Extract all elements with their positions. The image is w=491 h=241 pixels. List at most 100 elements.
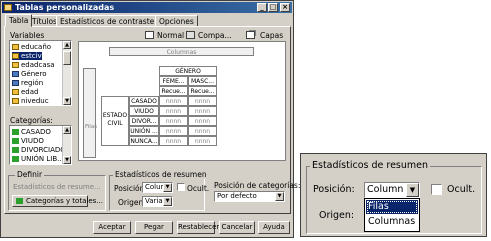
data-cell: nnnn: [159, 116, 188, 126]
scroll-down-icon[interactable]: ▼: [63, 156, 71, 164]
list-item: UNIÓN LIB...: [12, 155, 64, 163]
categories-label: Categorías:: [10, 116, 53, 125]
hide-checkbox[interactable]: [177, 183, 185, 191]
scale-variable-icon: [12, 44, 19, 50]
categories-scrollbar[interactable]: ▲ ▼: [62, 126, 71, 164]
categories-icon: [16, 198, 23, 204]
row-category-header[interactable]: VIUDO: [129, 106, 159, 116]
normal-view-icon[interactable]: [145, 31, 154, 39]
reset-button[interactable]: Restablecer: [177, 221, 219, 234]
zoom-summary-title: Estadísticos de resumen: [310, 160, 431, 172]
data-cell: nnnn: [188, 136, 217, 146]
category-swatch-icon: [12, 147, 19, 153]
layers-icon[interactable]: [246, 31, 255, 39]
scroll-up-icon[interactable]: ▲: [63, 126, 71, 134]
chevron-down-icon[interactable]: ▼: [163, 197, 172, 206]
data-cell: nnnn: [159, 126, 188, 136]
hide-label: Ocult.: [187, 184, 210, 193]
cancel-button[interactable]: Cancelar: [219, 221, 255, 234]
source-dropdown[interactable]: Variabl ▼: [142, 196, 173, 207]
statistic-header: Recue...: [159, 86, 188, 96]
compact-view-label[interactable]: Compa...: [198, 31, 232, 40]
statistic-header: Recue...: [188, 86, 217, 96]
window-title: Tablas personalizadas: [15, 3, 115, 12]
scroll-up-icon[interactable]: ▲: [63, 41, 71, 49]
category-position-value: Por defecto: [217, 192, 257, 200]
data-cell: nnnn: [188, 116, 217, 126]
dropdown-option[interactable]: Columnas: [366, 215, 418, 229]
paste-button[interactable]: Pegar: [135, 221, 173, 234]
chevron-down-icon[interactable]: ▼: [406, 183, 419, 197]
variables-list[interactable]: educaño estciv edadcasa Género región ed…: [9, 40, 72, 106]
data-cell: nnnn: [159, 96, 188, 106]
category-swatch-icon: [12, 156, 19, 162]
list-item: DIVORCIADO: [12, 146, 66, 154]
list-item: CASADO: [12, 128, 51, 136]
zoom-position-dropdown[interactable]: Column ▼: [364, 182, 420, 198]
summary-statistics-zoom-panel: Estadísticos de resumen Posición: Column…: [300, 153, 487, 237]
chevron-down-icon[interactable]: ▼: [275, 192, 284, 201]
summary-statistics-button[interactable]: Estadísticos de resume...: [13, 183, 101, 192]
compact-view-icon[interactable]: [186, 31, 195, 39]
scroll-down-icon[interactable]: ▼: [63, 97, 71, 105]
column-category-header[interactable]: MASC...: [188, 76, 217, 86]
maximize-button[interactable]: □: [268, 3, 278, 12]
data-cell: nnnn: [188, 126, 217, 136]
define-group-title: Definir: [15, 170, 45, 179]
close-button[interactable]: ×: [280, 3, 290, 12]
layers-label[interactable]: Capas: [260, 31, 283, 40]
nominal-variable-icon: [12, 71, 19, 77]
categories-list[interactable]: CASADO VIUDO DIVORCIADO UNIÓN LIB... ▲ ▼: [9, 125, 72, 165]
category-swatch-icon: [12, 138, 19, 144]
zoom-hide-label: Ocult.: [447, 184, 476, 195]
category-position-dropdown[interactable]: Por defecto ▼: [214, 191, 285, 202]
list-item[interactable]: edad: [12, 88, 38, 96]
minimize-button[interactable]: _: [257, 3, 267, 12]
normal-view-label[interactable]: Normal: [157, 31, 184, 40]
table-preview-canvas[interactable]: Columnas Filas GÉNERO FEME... MASC... Re…: [78, 41, 286, 161]
scroll-thumb[interactable]: [63, 51, 71, 65]
ok-button[interactable]: Aceptar: [93, 221, 131, 234]
list-item-selected[interactable]: estciv: [12, 52, 42, 60]
list-item[interactable]: región: [12, 79, 43, 87]
table-app-icon: [4, 4, 12, 11]
rows-label: Filas: [85, 124, 98, 130]
scale-variable-icon: [12, 89, 19, 95]
tab-tabla[interactable]: Tabla: [5, 14, 33, 27]
row-category-header[interactable]: DIVOR...: [129, 116, 159, 126]
scale-variable-icon: [12, 98, 19, 104]
help-button[interactable]: Ayuda: [258, 221, 290, 234]
columns-drop-zone[interactable]: Columnas: [109, 47, 254, 56]
dropdown-option-selected[interactable]: Filas: [366, 200, 418, 214]
row-category-header[interactable]: UNIÓN ...: [129, 126, 159, 136]
data-cell: nnnn: [159, 136, 188, 146]
row-category-header[interactable]: NUNCA...: [129, 136, 159, 146]
category-position-label: Posición de categorías:: [214, 181, 301, 190]
row-variable-header[interactable]: ESTADO CIVIL: [101, 96, 129, 146]
column-variable-header[interactable]: GÉNERO: [159, 66, 217, 76]
variables-scrollbar[interactable]: ▲ ▼: [62, 41, 71, 105]
variables-label: Variables: [10, 31, 45, 40]
zoom-dropdown-list[interactable]: Filas Columnas: [364, 198, 420, 232]
custom-tables-dialog: Tablas personalizadas _ □ × Tabla Título…: [0, 0, 300, 238]
data-cell: nnnn: [188, 96, 217, 106]
categories-totals-label: Categorías y totales...: [26, 197, 103, 205]
row-category-header[interactable]: CASADO: [129, 96, 159, 106]
list-item[interactable]: educaño: [12, 43, 51, 51]
category-swatch-icon: [12, 129, 19, 135]
list-item[interactable]: edadcasa: [12, 61, 55, 69]
rows-drop-zone[interactable]: Filas: [83, 68, 98, 158]
title-bar[interactable]: Tablas personalizadas _ □ ×: [2, 2, 292, 13]
position-dropdown[interactable]: Column ▼: [142, 182, 173, 193]
scale-variable-icon: [12, 62, 19, 68]
list-item[interactable]: Género: [12, 70, 46, 78]
list-item[interactable]: niveduc: [12, 97, 49, 105]
zoom-position-value: Column: [367, 184, 404, 195]
nominal-variable-icon: [12, 80, 19, 86]
data-cell: nnnn: [159, 106, 188, 116]
chevron-down-icon[interactable]: ▼: [163, 183, 172, 192]
zoom-hide-checkbox[interactable]: [431, 184, 442, 195]
zoom-position-label: Posición:: [313, 184, 355, 195]
column-category-header[interactable]: FEME...: [159, 76, 188, 86]
categories-totals-button[interactable]: Categorías y totales...: [12, 195, 103, 207]
